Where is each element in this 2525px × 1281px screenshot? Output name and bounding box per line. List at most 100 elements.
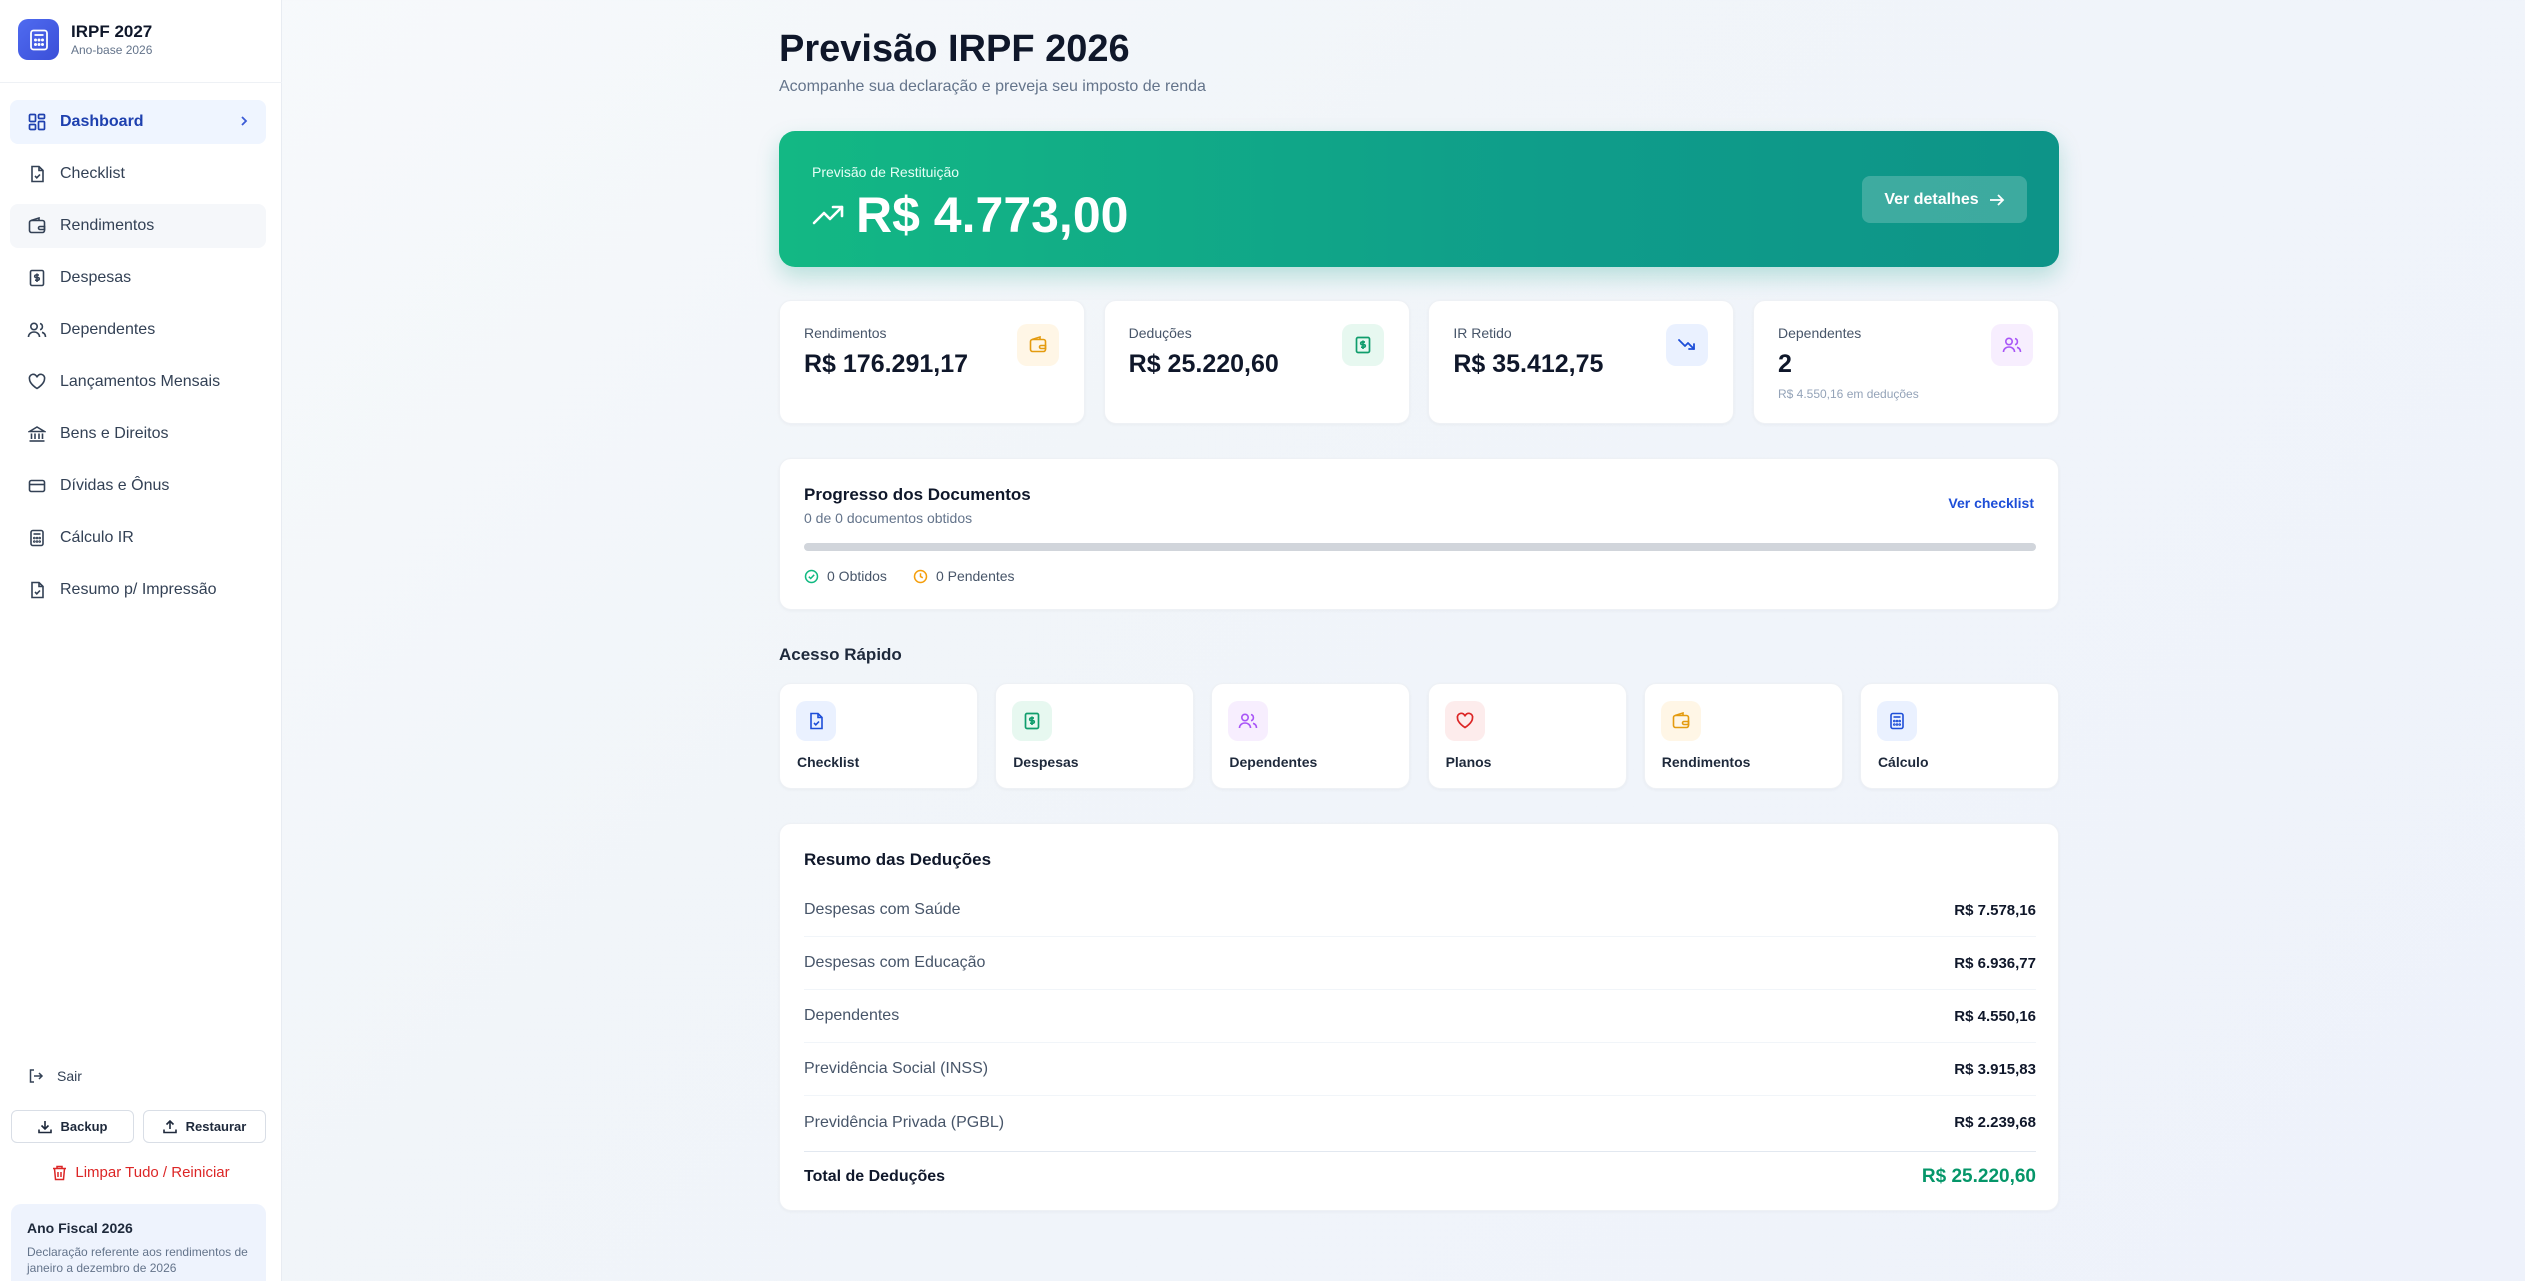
quick-access-label: Cálculo: [1877, 754, 1929, 770]
dashboard-grid-icon: [27, 112, 47, 132]
obtained-count: 0 Obtidos: [804, 568, 887, 584]
refund-value-row: R$ 4.773,00: [812, 186, 1128, 244]
deductions-list: Despesas com Saúde R$ 7.578,16 Despesas …: [804, 884, 2036, 1149]
wallet-icon: [1660, 701, 1701, 741]
sidebar-item-dependentes[interactable]: Dependentes: [10, 308, 266, 352]
deduction-row: Previdência Social (INSS) R$ 3.915,83: [804, 1043, 2036, 1096]
fiscal-year-card: Ano Fiscal 2026 Declaração referente aos…: [11, 1204, 266, 1281]
trending-down-icon: [1666, 324, 1709, 366]
logout-icon: [28, 1068, 44, 1084]
trending-up-icon: [812, 205, 844, 225]
deductions-title: Resumo das Deduções: [804, 850, 992, 869]
sidebar-item-checklist[interactable]: Checklist: [10, 152, 266, 196]
quick-access-label: Planos: [1445, 754, 1492, 770]
quick-access-title: Acesso Rápido: [779, 645, 902, 664]
wallet-icon: [1017, 324, 1059, 366]
progress-bar: [804, 543, 2036, 551]
deduction-row: Previdência Privada (PGBL) R$ 2.239,68: [804, 1096, 2036, 1149]
quick-access-label: Dependentes: [1229, 754, 1318, 770]
chevron-right-icon: [239, 113, 249, 134]
deduction-row: Dependentes R$ 4.550,16: [804, 990, 2036, 1043]
sidebar-item-label: Dashboard: [60, 113, 144, 130]
brand-subtitle: Ano-base 2026: [71, 43, 153, 57]
trash-icon: [53, 1165, 67, 1180]
users-icon: [1228, 701, 1269, 741]
sidebar-item-rendimentos[interactable]: Rendimentos: [10, 204, 266, 248]
stat-card-dependentes[interactable]: Dependentes 2 R$ 4.550,16 em deduções: [1752, 300, 2059, 424]
file-check-icon: [27, 580, 47, 600]
download-icon: [37, 1120, 52, 1133]
quick-access-rendimentos[interactable]: Rendimentos: [1643, 683, 1843, 789]
upload-icon: [162, 1119, 177, 1133]
restore-label: Restaurar: [185, 1119, 247, 1134]
quick-access-calculo[interactable]: Cálculo: [1859, 683, 2059, 789]
fiscal-year-description: Declaração referente aos rendimentos de …: [27, 1245, 248, 1275]
stat-note: R$ 4.550,16 em deduções: [1777, 387, 1919, 401]
file-check-icon: [796, 701, 836, 741]
quick-access-dependentes[interactable]: Dependentes: [1211, 683, 1411, 789]
reset-all-button[interactable]: Limpar Tudo / Reiniciar: [0, 1164, 282, 1181]
deduction-label: Previdência Privada (PGBL): [804, 1113, 1005, 1131]
clock-icon: [913, 569, 928, 583]
divider: [0, 82, 282, 83]
progress-subtitle: 0 de 0 documentos obtidos: [804, 510, 973, 526]
backup-label: Backup: [60, 1119, 108, 1134]
deductions-total-row: Total de Deduções R$ 25.220,60: [804, 1151, 2036, 1201]
deduction-row: Despesas com Educação R$ 6.936,77: [804, 937, 2036, 990]
credit-card-icon: [27, 476, 47, 496]
refund-value: R$ 4.773,00: [856, 187, 1129, 243]
progress-title: Progresso dos Documentos: [804, 485, 1031, 504]
stats-row: Rendimentos R$ 176.291,17 Deduções R$ 25…: [779, 300, 2059, 424]
receipt-icon: [1012, 701, 1053, 741]
sidebar-item-label: Dependentes: [60, 321, 156, 338]
deduction-label: Despesas com Saúde: [804, 901, 961, 918]
sidebar-item-despesas[interactable]: Despesas: [10, 256, 266, 300]
deduction-value: R$ 6.936,77: [1954, 954, 2036, 972]
heart-icon: [27, 372, 47, 392]
calculator-icon: [18, 19, 59, 60]
deductions-summary-card: Resumo das Deduções Despesas com Saúde R…: [779, 823, 2059, 1211]
quick-access-row: Checklist Despesas Dependentes Planos Re…: [779, 683, 2059, 789]
users-icon: [1990, 324, 2033, 366]
sidebar-item-resumo[interactable]: Resumo p/ Impressão: [10, 568, 266, 612]
logout-button[interactable]: Sair: [28, 1068, 82, 1084]
receipt-icon: [27, 268, 47, 288]
sidebar-item-label: Bens e Direitos: [60, 425, 169, 442]
sidebar-item-lancamentos[interactable]: Lançamentos Mensais: [10, 360, 266, 404]
backup-actions: Backup Restaurar: [11, 1110, 266, 1143]
deduction-label: Previdência Social (INSS): [804, 1060, 989, 1077]
view-details-button[interactable]: Ver detalhes: [1862, 176, 2027, 223]
sidebar-item-label: Resumo p/ Impressão: [60, 581, 217, 598]
quick-access-despesas[interactable]: Despesas: [995, 683, 1195, 789]
sidebar-item-dividas[interactable]: Dívidas e Ônus: [10, 464, 266, 508]
stat-card-deducoes[interactable]: Deduções R$ 25.220,60: [1103, 300, 1410, 424]
quick-access-label: Checklist: [797, 754, 860, 770]
quick-access-label: Despesas: [1013, 754, 1079, 770]
view-checklist-link[interactable]: Ver checklist: [1948, 495, 2034, 511]
deduction-label: Despesas com Educação: [804, 954, 986, 971]
quick-access-checklist[interactable]: Checklist: [779, 683, 978, 789]
page-subtitle: Acompanhe sua declaração e preveja seu i…: [779, 78, 1206, 95]
sidebar-item-dashboard[interactable]: Dashboard: [10, 100, 266, 144]
sidebar-item-label: Rendimentos: [60, 217, 155, 234]
deduction-value: R$ 4.550,16: [1954, 1007, 2036, 1025]
quick-access-planos[interactable]: Planos: [1427, 683, 1627, 789]
backup-button[interactable]: Backup: [11, 1110, 134, 1143]
deduction-label: Dependentes: [804, 1007, 900, 1024]
logout-label: Sair: [57, 1068, 82, 1084]
calculator-icon: [27, 528, 47, 548]
sidebar-item-bens[interactable]: Bens e Direitos: [10, 412, 266, 456]
sidebar-nav: Dashboard Checklist Rendimentos Despesas…: [10, 100, 266, 620]
sidebar-item-calculo[interactable]: Cálculo IR: [10, 516, 266, 560]
deduction-value: R$ 2.239,68: [1954, 1114, 2036, 1131]
brand-title: IRPF 2027: [71, 22, 153, 41]
restore-button[interactable]: Restaurar: [143, 1110, 266, 1143]
total-value: R$ 25.220,60: [1921, 1165, 2036, 1187]
stat-card-rendimentos[interactable]: Rendimentos R$ 176.291,17: [779, 300, 1085, 424]
stat-card-ir-retido[interactable]: IR Retido R$ 35.412,75: [1428, 300, 1735, 424]
arrow-right-icon: [1989, 193, 2004, 206]
sidebar-item-label: Despesas: [60, 269, 132, 286]
brand[interactable]: IRPF 2027 Ano-base 2026: [18, 19, 152, 60]
progress-legend: 0 Obtidos 0 Pendentes: [804, 568, 1041, 584]
page-title: Previsão IRPF 2026: [779, 28, 1130, 70]
